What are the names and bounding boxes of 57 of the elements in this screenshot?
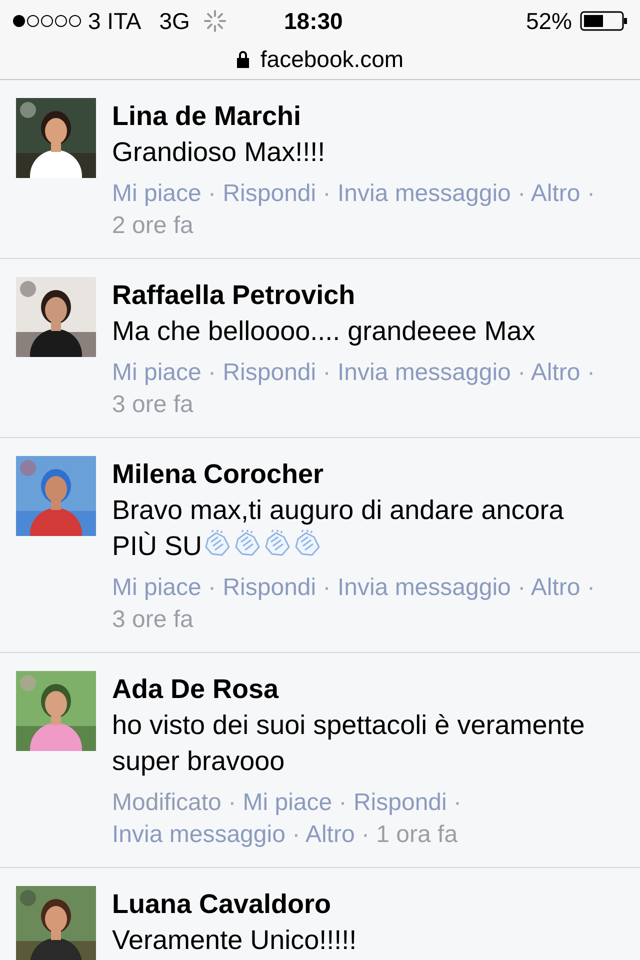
comment-text: Bravo max,ti auguro di andare ancora PIÙ SU bbox=[112, 494, 565, 563]
comment-action-link[interactable]: Altro bbox=[305, 821, 355, 848]
separator-dot: · bbox=[518, 359, 526, 386]
comment-action-link[interactable]: Altro bbox=[530, 180, 580, 207]
comment-action-link[interactable]: Altro bbox=[530, 574, 580, 601]
comment-action-link[interactable]: Mi piace bbox=[242, 789, 332, 816]
clock-time: 18:30 bbox=[284, 6, 343, 36]
comment-time: 2 ore fa bbox=[112, 212, 194, 239]
address-url[interactable]: facebook.com bbox=[260, 42, 404, 76]
edited-label: Modificato bbox=[112, 789, 222, 816]
comment-action-link[interactable]: Mi piace bbox=[112, 180, 202, 207]
comment-time: 1 ora fa bbox=[376, 821, 458, 848]
author-name[interactable]: Milena Corocher bbox=[112, 456, 610, 492]
author-name[interactable]: Raffaella Petrovich bbox=[112, 277, 610, 313]
comment-action-link[interactable]: Mi piace bbox=[112, 574, 202, 601]
comment-action-link[interactable]: Invia messaggio bbox=[112, 821, 286, 848]
separator-dot: · bbox=[208, 180, 216, 207]
author-name[interactable]: Luana Cavaldoro bbox=[112, 886, 610, 922]
comment-action-link[interactable]: Invia messaggio bbox=[337, 359, 511, 386]
comment-action-link[interactable]: Altro bbox=[530, 359, 580, 386]
separator-dot: · bbox=[586, 574, 595, 601]
comment-time: 3 ore fa bbox=[112, 391, 194, 418]
separator-dot: · bbox=[228, 789, 236, 816]
battery-icon bbox=[580, 10, 628, 32]
comment-action-link[interactable]: Rispondi bbox=[353, 789, 447, 816]
comment-text: Veramente Unico!!!!! bbox=[112, 924, 358, 957]
comment-text: ho visto dei suoi spettacoli è veramente super bravooo bbox=[112, 709, 586, 778]
separator-dot: · bbox=[361, 821, 370, 848]
separator-dot: · bbox=[586, 180, 595, 207]
separator-dot: · bbox=[338, 789, 347, 816]
separator-dot: · bbox=[208, 574, 216, 601]
carrier-name: 3 ITA bbox=[88, 6, 142, 36]
separator-dot: · bbox=[586, 359, 595, 386]
comment-action-link[interactable]: Rispondi bbox=[222, 574, 316, 601]
separator-dot: · bbox=[518, 180, 526, 207]
separator-dot: · bbox=[454, 789, 462, 816]
comment-action-link[interactable]: Invia messaggio bbox=[337, 180, 511, 207]
loading-spinner-icon bbox=[204, 10, 226, 32]
comment-time: 3 ore fa bbox=[112, 606, 194, 633]
author-name[interactable]: Ada De Rosa bbox=[112, 671, 610, 707]
comment-action-link[interactable]: Rispondi bbox=[222, 359, 316, 386]
separator-dot: · bbox=[292, 821, 300, 848]
signal-icon bbox=[12, 14, 84, 28]
lock-icon bbox=[236, 50, 250, 68]
comment-action-link[interactable]: Invia messaggio bbox=[337, 574, 511, 601]
comment-text: Grandioso Max!!!! bbox=[112, 136, 326, 169]
battery-percentage: 52% bbox=[526, 6, 572, 36]
separator-dot: · bbox=[322, 574, 331, 601]
separator-dot: · bbox=[208, 359, 216, 386]
author-name[interactable]: Lina de Marchi bbox=[112, 98, 610, 134]
comment-action-link[interactable]: Rispondi bbox=[222, 180, 316, 207]
separator-dot: · bbox=[518, 574, 526, 601]
separator-dot: · bbox=[322, 359, 331, 386]
separator-dot: · bbox=[322, 180, 331, 207]
comment-action-link[interactable]: Mi piace bbox=[112, 359, 202, 386]
comment-text: Ma che belloooo.... grandeeee Max bbox=[112, 315, 536, 348]
network-type: 3G bbox=[159, 6, 190, 36]
